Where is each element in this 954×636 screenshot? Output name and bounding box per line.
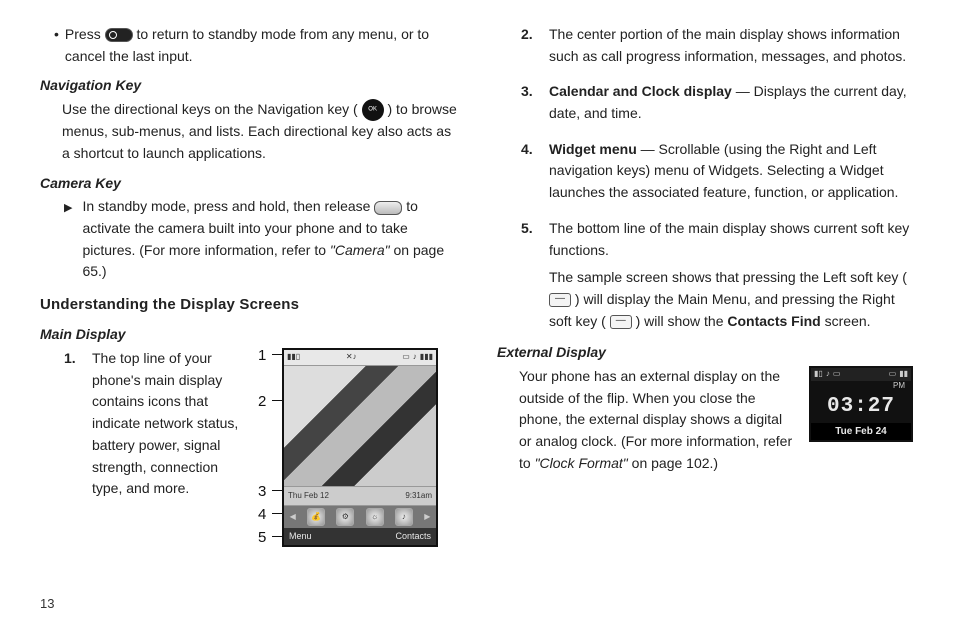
ext-status-bar: ▮▯ ♪ ▭ ▭ ▮▮ bbox=[811, 368, 911, 381]
music-icon: ♪ bbox=[826, 368, 830, 380]
wallpaper-area bbox=[284, 366, 436, 486]
arrow-icon bbox=[64, 196, 72, 283]
manual-page: Press to return to standby mode from any… bbox=[0, 0, 954, 580]
list-item-5-cont: The sample screen shows that pressing th… bbox=[497, 267, 914, 332]
left-column: Press to return to standby mode from any… bbox=[40, 24, 457, 570]
widget-icon: 💰 bbox=[307, 508, 325, 526]
ext-time: 03:27 bbox=[827, 391, 895, 424]
chevron-left-icon: ◀ bbox=[290, 511, 296, 523]
right-column: 2. The center portion of the main displa… bbox=[497, 24, 914, 570]
text: screen. bbox=[825, 313, 871, 329]
para-navigation-key: Use the directional keys on the Navigati… bbox=[40, 99, 457, 165]
list-item-2: 2. The center portion of the main displa… bbox=[497, 24, 914, 67]
ref-camera: "Camera" bbox=[330, 242, 390, 258]
text: Use the directional keys on the Navigati… bbox=[62, 101, 358, 117]
ext-date: Tue Feb 24 bbox=[811, 423, 911, 440]
widget-icon: ⚙ bbox=[336, 508, 354, 526]
callout-5: 5 bbox=[258, 526, 266, 549]
text: on page 102.) bbox=[632, 455, 718, 471]
external-display-row: Your phone has an external display on th… bbox=[497, 366, 914, 474]
page-number: 13 bbox=[40, 596, 54, 611]
heading-understanding-display: Understanding the Display Screens bbox=[40, 293, 457, 316]
battery-icon: ▮▮ bbox=[899, 368, 908, 380]
softkey-bar: Menu Contacts bbox=[284, 528, 436, 545]
item-number: 2. bbox=[521, 24, 539, 67]
item-label: Calendar and Clock display bbox=[549, 83, 732, 99]
right-softkey-icon bbox=[610, 315, 632, 329]
text: In standby mode, press and hold, then re… bbox=[82, 198, 374, 214]
item-text: The bottom line of the main display show… bbox=[549, 218, 914, 261]
music-icon: ♪ bbox=[413, 351, 417, 363]
widget-icon: ♪ bbox=[395, 508, 413, 526]
heading-main-display: Main Display bbox=[40, 324, 457, 346]
widget-icon: ☼ bbox=[366, 508, 384, 526]
left-softkey-icon bbox=[549, 293, 571, 307]
power-key-icon bbox=[105, 28, 133, 42]
list-item-5: 5. The bottom line of the main display s… bbox=[497, 218, 914, 261]
text: ) will show the bbox=[636, 313, 728, 329]
item-number: 1. bbox=[64, 348, 82, 500]
item-number: 4. bbox=[521, 139, 539, 204]
contacts-find-label: Contacts Find bbox=[727, 313, 820, 329]
external-display-screen: ▮▯ ♪ ▭ ▭ ▮▮ PM 03:27 Tue Feb 24 bbox=[809, 366, 913, 442]
heading-navigation-key: Navigation Key bbox=[40, 75, 457, 97]
main-display-screen: ▮▮▯ ✕♪ ▭ ♪ ▮▮▮ Thu Feb 12 9:31am ◀ bbox=[282, 348, 438, 547]
navigation-key-icon bbox=[362, 99, 384, 121]
signal-icon: ▮▯ bbox=[814, 368, 823, 380]
heading-external-display: External Display bbox=[497, 342, 914, 364]
status-bar: ▮▮▯ ✕♪ ▭ ♪ ▮▮▮ bbox=[284, 350, 436, 366]
main-display-row: 1. The top line of your phone's main dis… bbox=[40, 348, 457, 547]
item-number: 3. bbox=[521, 81, 539, 124]
list-item-1: 1. The top line of your phone's main dis… bbox=[40, 348, 250, 500]
battery-icon: ▮▮▮ bbox=[420, 351, 433, 363]
callout-2: 2 bbox=[258, 390, 266, 413]
item-number: 5. bbox=[521, 218, 539, 261]
list-item-4: 4. Widget menu — Scrollable (using the R… bbox=[497, 139, 914, 204]
clock-time: 9:31am bbox=[405, 490, 432, 502]
softkey-left: Menu bbox=[289, 530, 312, 544]
clock-bar: Thu Feb 12 9:31am bbox=[284, 486, 436, 506]
item-label: Widget menu bbox=[549, 141, 637, 157]
bluetooth-icon: ▭ bbox=[889, 368, 897, 380]
item-text: The center portion of the main display s… bbox=[549, 24, 914, 67]
clock-day: Thu Feb 12 bbox=[288, 490, 329, 502]
callout-1: 1 bbox=[258, 344, 266, 367]
heading-camera-key: Camera Key bbox=[40, 173, 457, 195]
signal-icon: ▮▮▯ bbox=[287, 351, 300, 363]
callout-3: 3 bbox=[258, 480, 266, 503]
bullet-press-return: Press to return to standby mode from any… bbox=[40, 24, 457, 67]
para-external-display: Your phone has an external display on th… bbox=[497, 366, 797, 474]
text: Press bbox=[65, 26, 105, 42]
card-icon: ▭ bbox=[833, 368, 841, 380]
main-display-figure: 1 2 3 4 5 ▮▮▯ ✕♪ ▭ ♪ bbox=[262, 348, 457, 547]
bullet-icon bbox=[54, 24, 59, 67]
ref-clock-format: "Clock Format" bbox=[535, 455, 628, 471]
list-item-3: 3. Calendar and Clock display — Displays… bbox=[497, 81, 914, 124]
camera-key-item: In standby mode, press and hold, then re… bbox=[40, 196, 457, 283]
chevron-right-icon: ▶ bbox=[424, 511, 430, 523]
speaker-icon: ✕♪ bbox=[346, 351, 357, 363]
ext-clock: PM 03:27 bbox=[811, 381, 911, 423]
callout-4: 4 bbox=[258, 503, 266, 526]
text: The sample screen shows that pressing th… bbox=[549, 269, 907, 285]
widget-bar: ◀ 💰 ⚙ ☼ ♪ ▶ bbox=[284, 506, 436, 528]
item-text: The top line of your phone's main displa… bbox=[92, 348, 250, 500]
softkey-right: Contacts bbox=[395, 530, 431, 544]
camera-key-icon bbox=[374, 201, 402, 215]
external-display-figure: ▮▯ ♪ ▭ ▭ ▮▮ PM 03:27 Tue Feb 24 bbox=[809, 366, 914, 442]
card-icon: ▭ bbox=[402, 351, 410, 363]
